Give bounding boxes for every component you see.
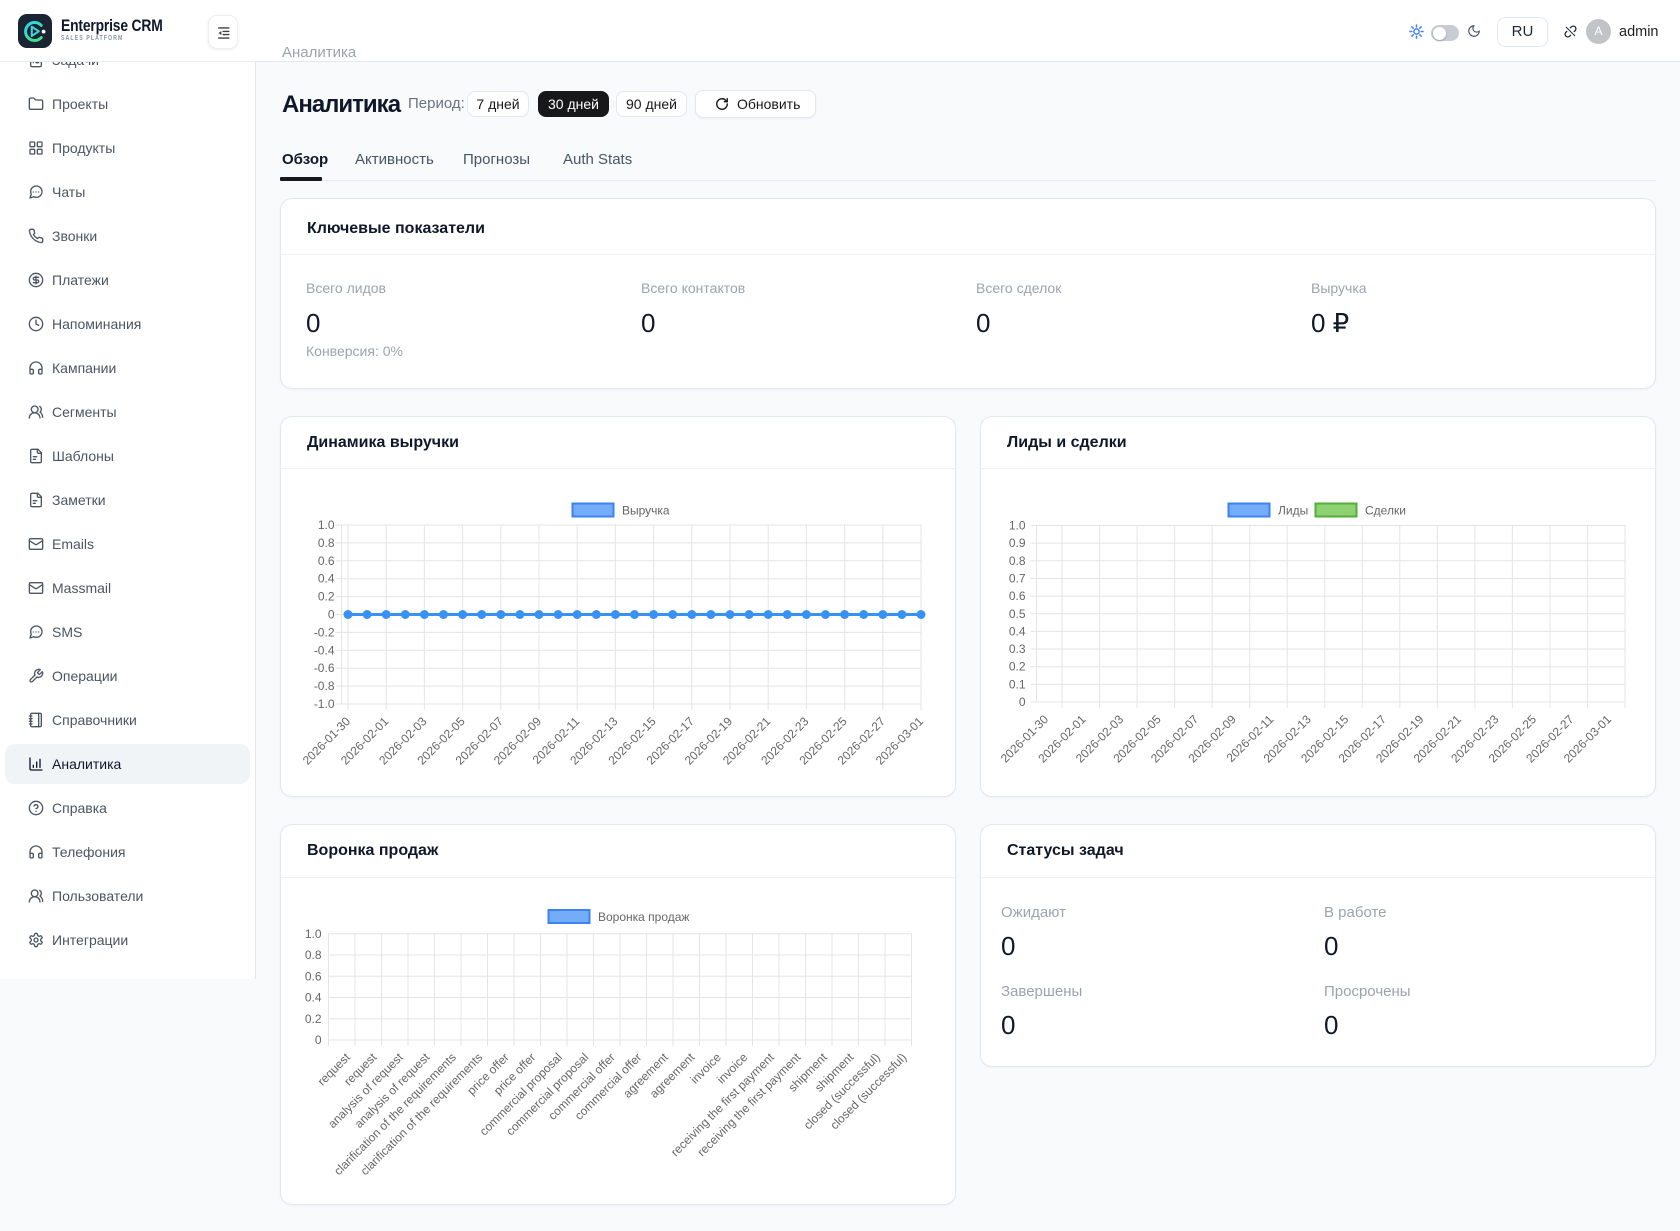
svg-text:-0.6: -0.6	[314, 661, 335, 675]
svg-text:0.4: 0.4	[305, 991, 322, 1005]
svg-text:0.9: 0.9	[1009, 536, 1026, 550]
svg-text:Выручка: Выручка	[622, 504, 670, 518]
svg-text:0.7: 0.7	[1009, 571, 1026, 585]
svg-text:1.0: 1.0	[318, 518, 335, 532]
svg-text:0.4: 0.4	[1009, 624, 1026, 638]
svg-text:0.2: 0.2	[305, 1012, 322, 1026]
svg-text:-0.4: -0.4	[314, 643, 335, 657]
svg-text:-0.8: -0.8	[314, 679, 335, 693]
svg-text:0.8: 0.8	[1009, 554, 1026, 568]
svg-text:0.6: 0.6	[318, 554, 335, 568]
svg-text:0.4: 0.4	[318, 572, 335, 586]
svg-text:0.8: 0.8	[318, 536, 335, 550]
svg-text:0.3: 0.3	[1009, 642, 1026, 656]
svg-text:0.5: 0.5	[1009, 607, 1026, 621]
svg-text:Лиды: Лиды	[1278, 504, 1308, 518]
svg-text:0: 0	[1019, 695, 1026, 709]
svg-text:0.6: 0.6	[1009, 589, 1026, 603]
svg-text:1.0: 1.0	[1009, 519, 1026, 533]
svg-text:0: 0	[315, 1033, 322, 1047]
svg-text:0: 0	[328, 608, 335, 622]
svg-text:-0.2: -0.2	[314, 625, 335, 639]
svg-text:1.0: 1.0	[305, 927, 322, 941]
svg-text:Сделки: Сделки	[1365, 504, 1406, 518]
svg-text:0.1: 0.1	[1009, 677, 1026, 691]
svg-text:0.6: 0.6	[305, 969, 322, 983]
svg-text:0.2: 0.2	[318, 590, 335, 604]
svg-text:0.2: 0.2	[1009, 660, 1026, 674]
svg-text:0.8: 0.8	[305, 948, 322, 962]
svg-text:Воронка продаж: Воронка продаж	[598, 910, 689, 924]
svg-text:-1.0: -1.0	[314, 697, 335, 711]
